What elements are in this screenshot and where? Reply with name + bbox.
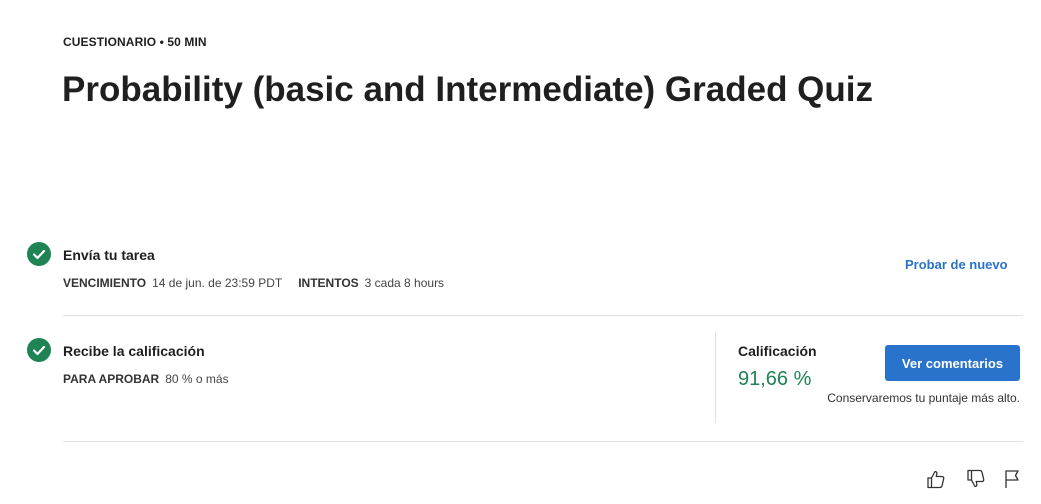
- retry-button[interactable]: Probar de nuevo: [905, 257, 1008, 272]
- page-title: Probability (basic and Intermediate) Gra…: [62, 70, 873, 109]
- grade-value: 91,66 %: [738, 368, 812, 390]
- attempts-value: 3 cada 8 hours: [364, 276, 445, 290]
- pass-label: PARA APROBAR: [63, 372, 160, 386]
- due-value: 14 de jun. de 23:59 PDT: [152, 276, 283, 290]
- due-label: VENCIMIENTO: [63, 276, 147, 290]
- thumbs-down-icon[interactable]: [964, 467, 988, 491]
- attempts-label: INTENTOS: [298, 276, 359, 290]
- thumbs-up-icon[interactable]: [924, 467, 948, 491]
- view-feedback-button[interactable]: Ver comentarios: [885, 345, 1020, 381]
- keep-highest-note: Conservaremos tu puntaje más alto.: [827, 391, 1020, 405]
- grade-label: Calificación: [738, 343, 817, 359]
- vertical-divider: [715, 331, 716, 423]
- pass-details: PARA APROBAR 80 % o más: [63, 372, 229, 386]
- submit-details: VENCIMIENTO 14 de jun. de 23:59 PDT INTENT…: [63, 276, 444, 290]
- submit-step-title: Envía tu tarea: [63, 247, 155, 263]
- pass-value: 80 % o más: [165, 372, 229, 386]
- divider: [63, 315, 1023, 316]
- grade-check-icon: [27, 338, 51, 362]
- grade-step-title: Recibe la calificación: [63, 343, 205, 359]
- flag-icon[interactable]: [1001, 467, 1025, 491]
- divider: [63, 441, 1023, 442]
- quiz-meta: CUESTIONARIO • 50 MIN: [63, 35, 207, 49]
- submit-check-icon: [27, 242, 51, 266]
